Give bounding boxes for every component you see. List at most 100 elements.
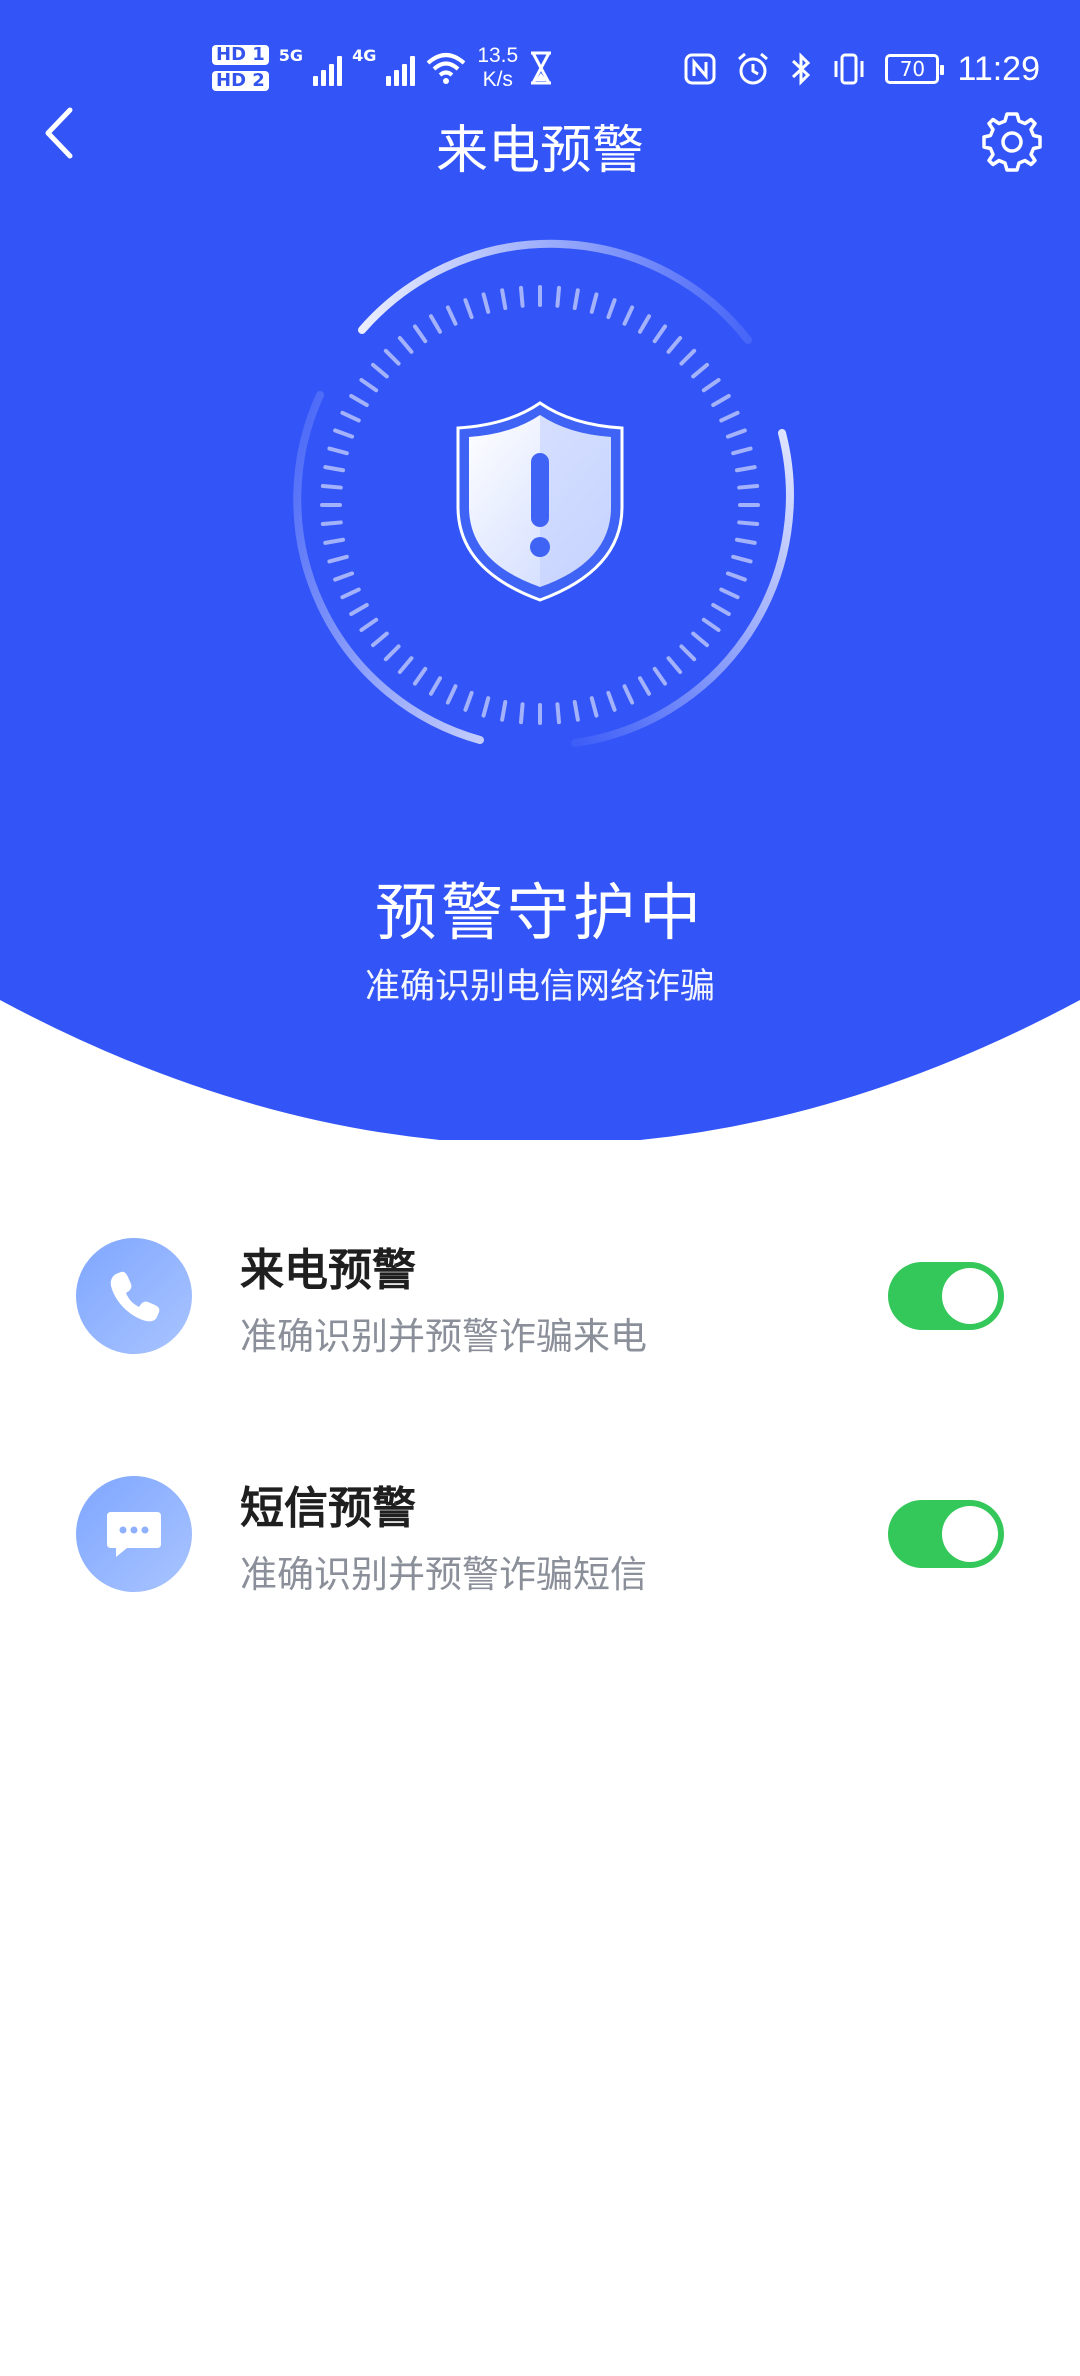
radar-tick <box>679 644 697 662</box>
signal-icon <box>313 50 343 86</box>
list-item-title: 短信预警 <box>240 1483 416 1534</box>
list-item-call-warning: 来电预警 准确识别并预警诈骗来电 <box>0 1216 1080 1376</box>
radar-tick <box>397 336 414 354</box>
hd-badge-2: HD 2 <box>212 71 269 91</box>
radar-tick <box>701 617 721 633</box>
radar-tick <box>445 684 458 705</box>
network-type-2: 4G <box>352 46 377 65</box>
vibrate-icon <box>834 53 864 85</box>
nfc-icon <box>684 53 716 85</box>
radar-tick <box>349 394 369 407</box>
radar-tick <box>734 537 757 545</box>
radar-tick <box>445 305 458 326</box>
phone-icon <box>110 1271 160 1322</box>
clock: 11:29 <box>957 49 1040 88</box>
radar-tick <box>691 631 709 648</box>
call-warning-toggle[interactable] <box>888 1262 1004 1330</box>
radar-tick <box>555 702 561 725</box>
battery-indicator: 70 <box>885 54 945 84</box>
radar-tick <box>320 484 343 490</box>
radar-tick <box>383 348 401 366</box>
network-type-1: 5G <box>278 46 304 65</box>
radar-tick <box>606 298 617 320</box>
radar-tick <box>666 656 683 674</box>
radar-tick <box>731 554 753 564</box>
radar-tick <box>371 362 389 379</box>
protection-status-title: 预警守护中 <box>374 876 705 949</box>
radar-tick <box>638 314 651 334</box>
radar-tick <box>327 446 349 456</box>
list-item-subtitle: 准确识别并预警诈骗来电 <box>240 1315 647 1358</box>
hd-badge-1: HD 1 <box>212 45 269 65</box>
radar-tick <box>711 394 731 407</box>
radar-tick <box>412 666 428 686</box>
radar-tick <box>481 696 491 718</box>
radar-tick <box>731 446 753 456</box>
radar-arc <box>358 239 752 344</box>
radar-tick <box>666 336 683 354</box>
radar-tick <box>429 314 442 334</box>
toggle-knob <box>942 1506 998 1562</box>
radar-tick <box>725 571 747 582</box>
radar-tick <box>333 571 355 582</box>
message-icon-badge <box>76 1476 192 1592</box>
radar-tick <box>719 587 740 600</box>
radar-tick <box>572 288 580 311</box>
radar-tick <box>725 428 747 439</box>
radar-tick <box>622 305 635 326</box>
radar-tick <box>429 676 442 696</box>
radar-tick <box>371 631 389 648</box>
radar-tick <box>734 465 757 473</box>
signal-icon <box>386 50 416 86</box>
radar-tick <box>652 324 668 344</box>
list-item-title: 来电预警 <box>240 1245 416 1296</box>
radar-tick <box>323 537 346 545</box>
protection-radar <box>270 235 810 775</box>
settings-gear-icon <box>982 112 1042 172</box>
phone-icon-badge <box>76 1238 192 1354</box>
radar-tick <box>719 410 740 423</box>
radar-tick <box>359 617 379 633</box>
radar-tick <box>701 377 721 393</box>
radar-tick <box>737 484 760 490</box>
radar-tick <box>463 298 474 320</box>
radar-tick <box>500 699 508 722</box>
radar-tick <box>606 690 617 712</box>
network-speed: 13.5 K/s <box>477 44 519 91</box>
radar-tick <box>519 702 525 725</box>
radar-tick <box>589 696 599 718</box>
radar-tick <box>652 666 668 686</box>
radar-tick <box>340 410 361 423</box>
radar-tick <box>463 690 474 712</box>
radar-tick <box>555 285 561 308</box>
radar-tick <box>383 644 401 662</box>
radar-tick <box>349 603 369 616</box>
radar-tick <box>572 699 580 722</box>
message-icon <box>107 1512 161 1557</box>
shield-alert-icon <box>456 401 624 602</box>
radar-tick <box>589 292 599 314</box>
alarm-icon <box>738 52 769 85</box>
radar-tick <box>333 428 355 439</box>
bluetooth-icon <box>792 52 811 86</box>
radar-tick <box>320 520 343 526</box>
radar-tick <box>638 676 651 696</box>
radar-tick <box>397 656 414 674</box>
radar-tick <box>323 465 346 473</box>
sms-warning-toggle[interactable] <box>888 1500 1004 1568</box>
radar-tick <box>737 520 760 526</box>
settings-button[interactable] <box>980 110 1044 174</box>
radar-tick <box>481 292 491 314</box>
page-title: 来电预警 <box>435 121 644 181</box>
hourglass-icon <box>531 51 552 85</box>
wifi-icon <box>427 53 466 84</box>
radar-tick <box>359 377 379 393</box>
radar-tick <box>691 362 709 379</box>
list-item-subtitle: 准确识别并预警诈骗短信 <box>240 1553 647 1596</box>
toggle-knob <box>942 1268 998 1324</box>
protection-status-subtitle: 准确识别电信网络诈骗 <box>364 967 715 1007</box>
radar-tick <box>327 554 349 564</box>
radar-tick <box>679 348 697 366</box>
radar-tick <box>519 285 525 308</box>
radar-tick <box>622 684 635 705</box>
